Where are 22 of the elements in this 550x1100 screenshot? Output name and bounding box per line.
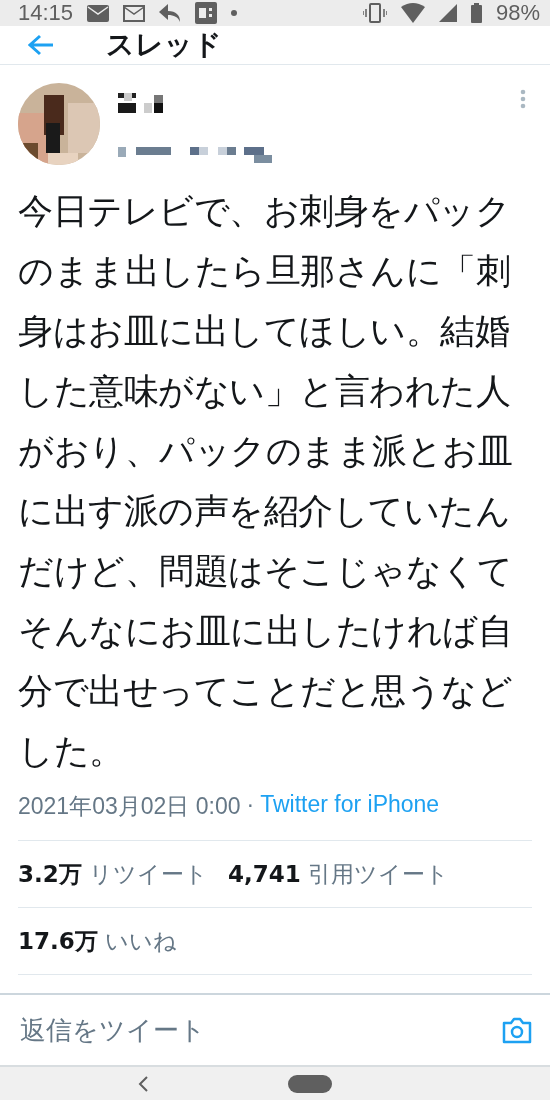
mail-icon [87,4,110,22]
likes-count[interactable]: 17.6万 いいね [18,925,178,957]
camera-icon[interactable] [502,1016,532,1044]
wifi-icon [400,3,425,23]
mail-icon [123,4,146,22]
home-button[interactable] [288,1074,332,1093]
battery-percent: 98% [495,0,540,26]
battery-icon [470,3,482,23]
reply-icon [159,4,182,22]
stat-count[interactable]: 4,741 引用ツイート [228,858,450,890]
tweet-text: 今日テレビで、お刺身をパックのまま出したら旦那さんに「刺身はお皿に出してほしい。結婚した意味がない」と言われた人がおり、パックのまま派とお皿に出す派の声を紹介していたんだけど、問題はそこじゃなくてそんなにお皿に出したければ自分で出せってことだと思うなどした。 [18,190,513,773]
signal-icon [438,4,457,22]
more-icon[interactable] [520,89,526,109]
back-icon[interactable] [138,1075,148,1092]
back-arrow-icon[interactable] [28,34,54,56]
clock-time: 14:15 [18,0,74,26]
vibrate-icon [362,3,387,23]
dot-icon [231,10,238,16]
tweet-date: 2021年03月02日 0:00 [18,792,241,821]
separator-dot: · [246,791,255,819]
header-title: スレッド [106,27,222,63]
stat-count[interactable]: 3.2万 リツイート [18,858,209,890]
